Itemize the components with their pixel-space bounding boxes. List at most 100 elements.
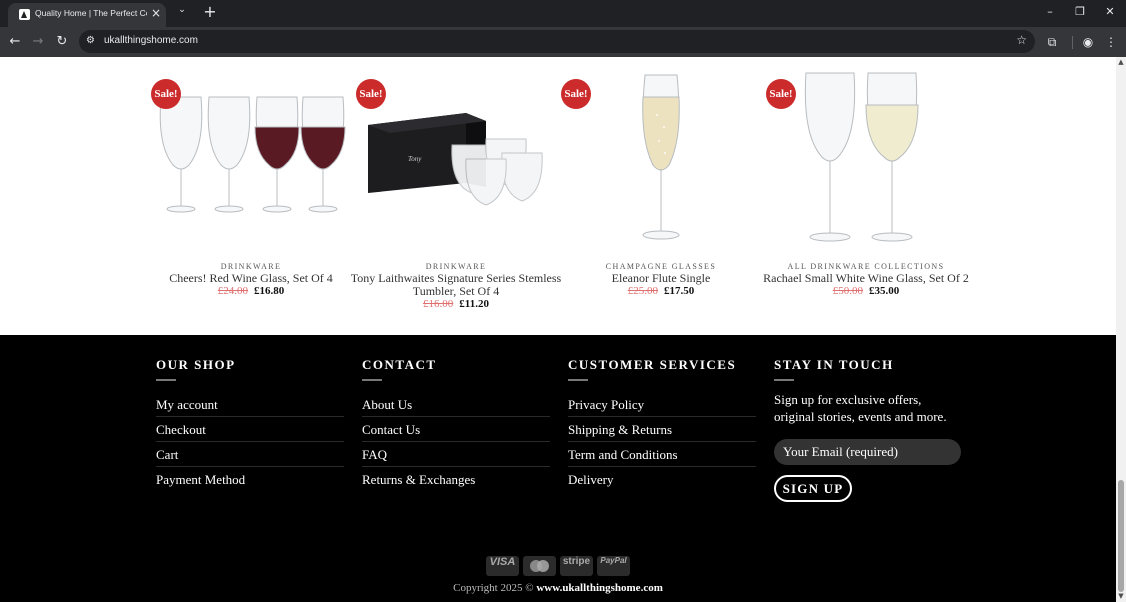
sale-badge: Sale! <box>561 79 591 109</box>
product-price: £24.00 £16.80 <box>136 285 366 297</box>
old-price: £50.00 <box>832 285 863 297</box>
product-card[interactable]: Sale! ALL DRINKWARE COLLECTIONS Rachael … <box>763 57 969 335</box>
footer-link-faq[interactable]: FAQ <box>362 447 387 463</box>
page-scrollbar[interactable]: ▲ ▼ <box>1116 57 1126 602</box>
copyright-site-link[interactable]: www.ukallthingshome.com <box>536 582 663 594</box>
product-category[interactable]: CHAMPAGNE GLASSES <box>541 262 781 271</box>
footer-link-cart[interactable]: Cart <box>156 447 178 463</box>
scroll-down-arrow-icon[interactable]: ▼ <box>1117 592 1125 600</box>
link-divider <box>362 466 550 467</box>
footer-heading-our-shop: OUR SHOP <box>156 357 236 372</box>
heading-underline <box>774 379 794 381</box>
product-category[interactable]: DRINKWARE <box>336 262 576 271</box>
extensions-puzzle-icon[interactable]: ⧉ <box>1043 33 1061 51</box>
product-title[interactable]: Tony Laithwaites Signature Series Stemle… <box>341 272 571 298</box>
footer-heading-contact: CONTACT <box>362 357 437 372</box>
tab-title: Quality Home | The Perfect Co <box>35 8 147 18</box>
product-card[interactable]: Tony Sale! DRINKWARE Tony Laithwaites Si… <box>351 57 561 335</box>
stripe-icon: stripe <box>560 556 593 576</box>
mastercard-icon <box>523 556 556 576</box>
product-title[interactable]: Rachael Small White Wine Glass, Set Of 2 <box>751 272 981 285</box>
reload-icon[interactable]: ↻ <box>53 33 71 51</box>
bookmark-star-icon[interactable]: ☆ <box>1016 33 1027 47</box>
scrollbar-thumb[interactable] <box>1118 480 1124 592</box>
footer-link-contact-us[interactable]: Contact Us <box>362 422 420 438</box>
restore-icon[interactable]: ❐ <box>1072 5 1088 21</box>
new-tab-plus-icon[interactable]: + <box>202 2 218 22</box>
product-image[interactable] <box>766 65 966 255</box>
address-bar[interactable]: ⚙ ukallthingshome.com ☆ <box>79 30 1035 53</box>
product-name[interactable]: Tony Laithwaites Signature Series Stemle… <box>341 272 571 311</box>
back-arrow-icon[interactable]: ← <box>6 33 24 51</box>
heading-underline <box>568 379 588 381</box>
product-card[interactable]: Sale! DRINKWARE Cheers! Red Wine Glass, … <box>151 57 351 335</box>
footer-link-my-account[interactable]: My account <box>156 397 218 413</box>
newsletter-description: Sign up for exclusive offers, original s… <box>774 392 947 424</box>
footer-heading-stay-in-touch: STAY IN TOUCH <box>774 357 894 372</box>
link-divider <box>362 441 550 442</box>
site-footer: OUR SHOP My account Checkout Cart Paymen… <box>0 335 1116 602</box>
menu-kebab-icon[interactable]: ⋮ <box>1102 33 1120 51</box>
footer-link-delivery[interactable]: Delivery <box>568 472 613 488</box>
product-title[interactable]: Eleanor Flute Single <box>546 272 776 285</box>
visa-icon: VISA <box>486 556 519 576</box>
mastercard-circles <box>530 560 549 572</box>
link-divider <box>362 416 550 417</box>
footer-heading-customer-services: CUSTOMER SERVICES <box>568 357 737 372</box>
product-name[interactable]: Rachael Small White Wine Glass, Set Of 2… <box>751 272 981 298</box>
sale-price: £17.50 <box>664 285 695 297</box>
link-divider <box>568 441 756 442</box>
product-card[interactable]: Sale! CHAMPAGNE GLASSES Eleanor Flute Si… <box>561 57 761 335</box>
product-category[interactable]: DRINKWARE <box>131 262 371 271</box>
forward-arrow-icon[interactable]: → <box>29 33 47 51</box>
toolbar-divider <box>1072 36 1073 49</box>
visa-label: VISA <box>489 556 516 568</box>
browser-tab[interactable]: Quality Home | The Perfect Co × <box>8 3 166 27</box>
product-title[interactable]: Cheers! Red Wine Glass, Set Of 4 <box>136 272 366 285</box>
old-price: £25.00 <box>627 285 658 297</box>
link-divider <box>156 466 344 467</box>
footer-link-shipping-returns[interactable]: Shipping & Returns <box>568 422 672 438</box>
footer-link-terms[interactable]: Term and Conditions <box>568 447 678 463</box>
browser-toolbar: ← → ↻ ⚙ ukallthingshome.com ☆ ⧉ ◉ ⋮ <box>0 27 1126 57</box>
sale-price: £35.00 <box>869 285 900 297</box>
product-category[interactable]: ALL DRINKWARE COLLECTIONS <box>746 262 986 271</box>
product-price: £50.00 £35.00 <box>751 285 981 297</box>
footer-link-payment-method[interactable]: Payment Method <box>156 472 245 488</box>
tab-close-icon[interactable]: × <box>150 6 162 20</box>
browser-tab-bar: Quality Home | The Perfect Co × ⌄ + – ❐ … <box>0 0 1126 27</box>
sale-badge: Sale! <box>766 79 796 109</box>
stripe-label: stripe <box>562 556 591 567</box>
paypal-icon: PayPal <box>597 556 630 576</box>
site-favicon-icon <box>19 9 30 20</box>
footer-link-privacy-policy[interactable]: Privacy Policy <box>568 397 644 413</box>
product-name[interactable]: Cheers! Red Wine Glass, Set Of 4 £24.00 £… <box>136 272 366 298</box>
product-image[interactable]: Tony <box>356 65 556 255</box>
tab-search-chevron-icon[interactable]: ⌄ <box>175 5 189 19</box>
sale-badge: Sale! <box>151 79 181 109</box>
footer-link-returns-exchanges[interactable]: Returns & Exchanges <box>362 472 475 488</box>
sale-price: £16.80 <box>254 285 285 297</box>
product-price: £25.00 £17.50 <box>546 285 776 297</box>
paypal-label: PayPal <box>600 556 627 565</box>
sign-up-button[interactable]: SIGN UP <box>774 475 852 502</box>
payment-icons: VISA stripe PayPal <box>486 556 632 576</box>
sale-badge: Sale! <box>356 79 386 109</box>
footer-link-checkout[interactable]: Checkout <box>156 422 206 438</box>
svg-text:Tony: Tony <box>408 155 422 163</box>
product-price: £16.00 £11.20 <box>341 298 571 310</box>
url-text: ukallthingshome.com <box>104 35 198 46</box>
footer-link-about-us[interactable]: About Us <box>362 397 412 413</box>
scroll-up-arrow-icon[interactable]: ▲ <box>1117 58 1125 66</box>
sale-price: £11.20 <box>459 298 489 310</box>
copyright: Copyright 2025 © www.ukallthingshome.com <box>0 582 1116 594</box>
newsletter-email-input[interactable] <box>774 439 961 465</box>
product-image[interactable] <box>151 65 351 255</box>
product-image[interactable] <box>561 65 761 255</box>
site-settings-icon[interactable]: ⚙ <box>86 35 98 47</box>
profile-icon[interactable]: ◉ <box>1079 33 1097 51</box>
old-price: £24.00 <box>217 285 248 297</box>
product-name[interactable]: Eleanor Flute Single £25.00 £17.50 <box>546 272 776 298</box>
minimize-icon[interactable]: – <box>1042 5 1058 21</box>
window-close-icon[interactable]: ✕ <box>1102 5 1118 21</box>
